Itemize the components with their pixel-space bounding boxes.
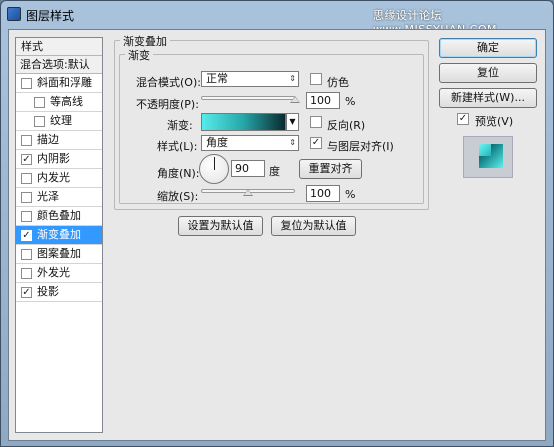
preview-check-mark: ✓ [458,113,468,124]
set-as-default-button[interactable]: 设置为默认值 [178,216,263,236]
gradient-style-select[interactable]: 角度 ⇕ [201,135,299,151]
layer-style-dialog: 图层样式 思缘设计论坛 www.MISSYUAN.COM 样式 混合选项:默认 … [0,0,554,447]
style-item-label: 等高线 [50,95,83,108]
dither-label: 仿色 [327,76,349,89]
style-item-checkbox[interactable] [21,135,32,146]
blend-options-item[interactable]: 混合选项:默认 [16,56,102,74]
opacity-slider-track[interactable] [201,96,295,100]
style-items: 斜面和浮雕等高线纹理描边 ✓ 内阴影内发光光泽颜色叠加 ✓ 渐变叠加图案叠加外发光 ✓ 投影 [16,74,102,302]
style-item-checkbox[interactable]: ✓ [21,154,32,165]
gradient-style-value: 角度 [206,136,228,149]
ok-button[interactable]: 确定 [439,38,537,58]
angle-input[interactable]: 90 [231,160,265,177]
preview-swatch [479,144,503,168]
style-list-item[interactable]: ✓ 渐变叠加 [16,226,102,245]
gradient-dropdown-arrow-icon[interactable]: ▼ [286,113,299,131]
style-label: 样式(L): [157,140,198,153]
style-list-item[interactable]: ✓ 内阴影 [16,150,102,169]
preview-label: 预览(V) [475,115,514,128]
style-list-item[interactable]: 光泽 [16,188,102,207]
style-item-checkbox[interactable]: ✓ [21,230,32,241]
gradient-subgroup-title: 渐变 [125,47,153,63]
style-list-item[interactable]: ✓ 投影 [16,283,102,302]
style-item-checkbox[interactable] [21,268,32,279]
angle-unit: 度 [269,165,280,178]
angle-label: 角度(N): [157,167,200,180]
style-list: 样式 混合选项:默认 斜面和浮雕等高线纹理描边 ✓ 内阴影内发光光泽颜色叠加 ✓ 渐变叠… [15,37,103,433]
dialog-body: 样式 混合选项:默认 斜面和浮雕等高线纹理描边 ✓ 内阴影内发光光泽颜色叠加 ✓ 渐变叠… [8,29,546,441]
opacity-label: 不透明度(P): [136,98,199,111]
style-item-checkbox[interactable] [34,97,45,108]
style-item-label: 渐变叠加 [37,228,81,241]
style-item-label: 内发光 [37,171,70,184]
style-list-item[interactable]: 内发光 [16,169,102,188]
reverse-label: 反向(R) [327,119,366,132]
blend-mode-value: 正常 [206,72,228,85]
style-list-item[interactable]: 外发光 [16,264,102,283]
angle-dial[interactable] [199,154,229,184]
style-item-checkbox[interactable] [21,78,32,89]
style-item-checkbox[interactable] [21,211,32,222]
blend-mode-select[interactable]: 正常 ⇕ [201,71,299,87]
style-item-label: 纹理 [50,114,72,127]
gradient-swatch[interactable] [201,113,286,131]
updown-arrow-icon: ⇕ [289,74,296,83]
reverse-checkbox[interactable] [310,116,322,128]
style-item-label: 外发光 [37,266,70,279]
style-item-label: 投影 [37,285,59,298]
scale-slider-thumb[interactable] [243,189,253,196]
style-item-label: 颜色叠加 [37,209,81,222]
style-list-header[interactable]: 样式 [16,38,102,56]
style-item-label: 图案叠加 [37,247,81,260]
window-title: 图层样式 [26,9,75,23]
style-item-checkbox[interactable] [21,192,32,203]
opacity-slider-thumb[interactable] [290,96,300,103]
reset-button[interactable]: 复位 [439,63,537,83]
preview-checkbox[interactable]: ✓ [457,113,469,125]
align-check-mark: ✓ [311,137,321,148]
style-item-checkbox[interactable]: ✓ [21,287,32,298]
align-with-layer-label: 与图层对齐(I) [327,140,394,153]
new-style-button[interactable]: 新建样式(W)... [439,88,537,108]
app-icon [7,7,21,21]
style-list-item[interactable]: 斜面和浮雕 [16,74,102,93]
opacity-unit: % [345,95,356,108]
style-item-checkbox[interactable] [21,249,32,260]
style-item-label: 光泽 [37,190,59,203]
style-list-item[interactable]: 描边 [16,131,102,150]
opacity-input[interactable]: 100 [306,92,340,109]
style-item-label: 斜面和浮雕 [37,76,92,89]
style-list-item[interactable]: 颜色叠加 [16,207,102,226]
angle-dial-needle [214,157,215,170]
scale-label: 缩放(S): [157,190,199,203]
title-bar[interactable]: 图层样式 思缘设计论坛 www.MISSYUAN.COM [1,1,553,36]
style-item-label: 描边 [37,133,59,146]
style-list-item[interactable]: 图案叠加 [16,245,102,264]
style-item-checkbox[interactable] [21,173,32,184]
style-list-item[interactable]: 等高线 [16,93,102,112]
style-preview-thumbnail [463,136,513,178]
dither-checkbox[interactable] [310,73,322,85]
updown-arrow-icon: ⇕ [289,138,296,147]
reset-alignment-button[interactable]: 重置对齐 [299,159,362,179]
blend-mode-label: 混合模式(O): [136,76,201,89]
style-item-label: 内阴影 [37,152,70,165]
reset-to-default-button[interactable]: 复位为默认值 [271,216,356,236]
style-item-checkbox[interactable] [34,116,45,127]
align-with-layer-checkbox[interactable]: ✓ [310,137,322,149]
gradient-label: 渐变: [167,119,193,132]
scale-input[interactable]: 100 [306,185,340,202]
scale-unit: % [345,188,356,201]
style-list-item[interactable]: 纹理 [16,112,102,131]
